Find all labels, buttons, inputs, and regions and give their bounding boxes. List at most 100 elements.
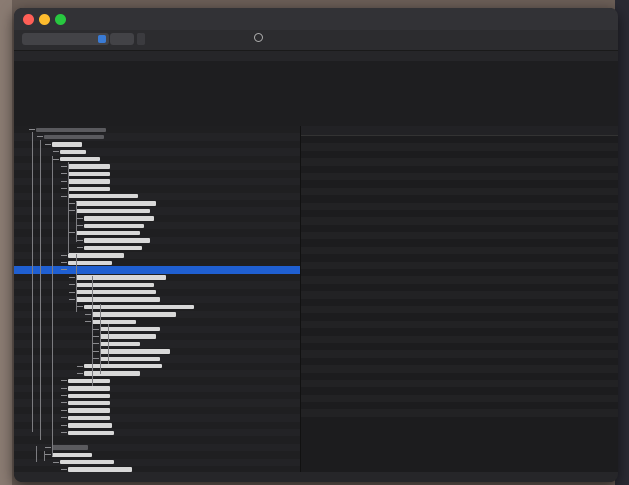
property-row[interactable] (301, 409, 618, 417)
property-row[interactable] (301, 172, 618, 181)
title-bar[interactable] (14, 8, 618, 30)
property-row[interactable] (301, 402, 618, 409)
minimize-button[interactable] (39, 14, 50, 25)
property-row[interactable] (301, 350, 618, 358)
tree-row[interactable] (14, 384, 300, 393)
tree-row[interactable] (14, 185, 300, 192)
tree-row[interactable] (14, 281, 300, 289)
property-row[interactable] (301, 239, 618, 246)
tree-row[interactable] (14, 229, 300, 236)
property-row[interactable] (301, 261, 618, 270)
property-row[interactable] (301, 417, 618, 424)
property-row[interactable] (301, 151, 618, 158)
tree-row[interactable] (14, 148, 300, 156)
tree-row[interactable] (14, 407, 300, 414)
tree-row[interactable] (14, 295, 300, 304)
property-row[interactable] (301, 299, 618, 306)
tree-row[interactable] (14, 414, 300, 422)
tree-row[interactable] (14, 177, 300, 186)
tree-row[interactable] (14, 141, 300, 148)
tree-row[interactable] (14, 443, 300, 452)
tree-row[interactable] (14, 422, 300, 429)
tree-row[interactable] (14, 222, 300, 230)
property-row[interactable] (301, 202, 618, 210)
tree-row[interactable] (14, 207, 300, 215)
tree-row[interactable] (14, 162, 300, 171)
tree-connector (77, 365, 83, 367)
toolbar-control[interactable] (137, 33, 145, 45)
tree-row[interactable] (14, 244, 300, 251)
tree-row-selected[interactable] (14, 266, 300, 274)
tree-row[interactable] (14, 333, 300, 340)
tree-row[interactable] (14, 259, 300, 266)
property-row[interactable] (301, 284, 618, 291)
property-row[interactable] (301, 373, 618, 380)
tree-row[interactable] (14, 355, 300, 363)
tree-row[interactable] (14, 458, 300, 466)
close-button[interactable] (23, 14, 34, 25)
tree-row[interactable] (14, 156, 300, 163)
property-row[interactable] (301, 232, 618, 240)
tree-row[interactable] (14, 310, 300, 319)
property-row[interactable] (301, 365, 618, 373)
tree-row[interactable] (14, 340, 300, 348)
property-row[interactable] (301, 195, 618, 202)
tree-node-label (100, 327, 160, 332)
tree-row[interactable] (14, 236, 300, 245)
tree-row[interactable] (14, 170, 300, 177)
tree-row[interactable] (14, 399, 300, 407)
property-row[interactable] (301, 210, 618, 217)
property-row[interactable] (301, 166, 618, 173)
tree-row[interactable] (14, 126, 300, 133)
property-row[interactable] (301, 225, 618, 232)
tree-row[interactable] (14, 451, 300, 458)
property-row[interactable] (301, 246, 618, 255)
tree-row[interactable] (14, 133, 300, 141)
search-field[interactable] (254, 33, 404, 45)
property-row[interactable] (301, 313, 618, 320)
plane-popup[interactable] (22, 33, 109, 45)
toggle-view-button[interactable] (110, 33, 134, 45)
property-row[interactable] (301, 180, 618, 187)
tree-row[interactable] (14, 192, 300, 200)
property-row[interactable] (301, 387, 618, 394)
tree-row[interactable] (14, 318, 300, 325)
tree-row[interactable] (14, 363, 300, 370)
tree-row[interactable] (14, 377, 300, 384)
property-row[interactable] (301, 217, 618, 225)
tree-row[interactable] (14, 289, 300, 296)
property-row[interactable] (301, 136, 618, 143)
tree-row[interactable] (14, 369, 300, 378)
registry-tree[interactable] (14, 126, 301, 472)
tree-row[interactable] (14, 392, 300, 399)
tree-row[interactable] (14, 251, 300, 260)
tree-row[interactable] (14, 436, 300, 443)
property-row[interactable] (301, 343, 618, 350)
tree-row[interactable] (14, 325, 300, 333)
property-row[interactable] (301, 269, 618, 276)
property-row[interactable] (301, 158, 618, 166)
zoom-button[interactable] (55, 14, 66, 25)
tree-row[interactable] (14, 429, 300, 437)
bundle-line (22, 93, 610, 105)
tree-row[interactable] (14, 303, 300, 310)
property-row[interactable] (301, 143, 618, 151)
property-row[interactable] (301, 254, 618, 261)
tree-row[interactable] (14, 348, 300, 355)
property-row[interactable] (301, 335, 618, 343)
property-row[interactable] (301, 305, 618, 314)
tree-guide-line (32, 132, 33, 432)
property-row[interactable] (301, 358, 618, 365)
property-row[interactable] (301, 187, 618, 196)
tree-row[interactable] (14, 200, 300, 207)
property-row[interactable] (301, 291, 618, 299)
property-row[interactable] (301, 276, 618, 284)
properties-table[interactable] (301, 126, 618, 472)
property-row[interactable] (301, 394, 618, 403)
property-row[interactable] (301, 320, 618, 329)
property-row[interactable] (301, 379, 618, 388)
property-row[interactable] (301, 328, 618, 335)
selected-node-name (22, 65, 610, 77)
tree-row[interactable] (14, 215, 300, 222)
tree-row[interactable] (14, 274, 300, 281)
